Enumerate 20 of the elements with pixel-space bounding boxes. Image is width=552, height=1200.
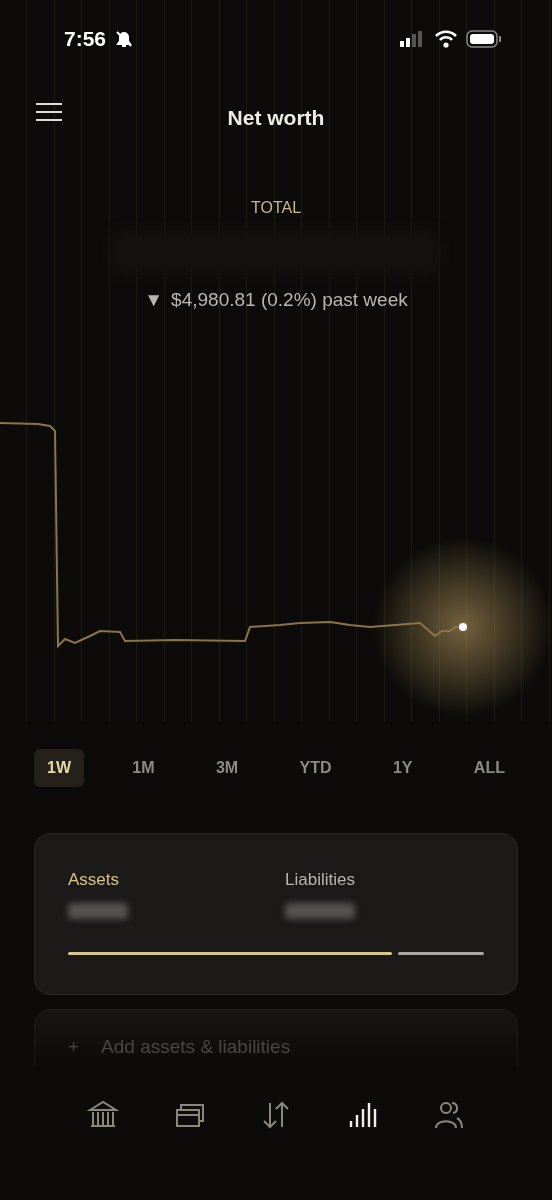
plus-sign: + bbox=[68, 1036, 80, 1059]
wifi-icon bbox=[434, 29, 458, 48]
add-label: Add assets & liabilities bbox=[101, 1036, 291, 1059]
menu-icon[interactable] bbox=[36, 102, 62, 122]
direction-arrow: ▼ bbox=[144, 289, 164, 311]
range-tab[interactable]: YTD bbox=[286, 749, 345, 787]
range-tab[interactable]: 3M bbox=[202, 749, 252, 787]
liabilities-label: Liabilities bbox=[285, 870, 356, 890]
status-time: 7:56 bbox=[64, 26, 107, 51]
change-text: $4,980.81 (0.2%) past week bbox=[171, 289, 408, 311]
range-tab[interactable]: 1W bbox=[34, 749, 84, 787]
total-label: TOTAL bbox=[250, 199, 302, 217]
assets-label: Assets bbox=[68, 870, 121, 890]
blurred-liabilities-amount bbox=[285, 903, 355, 919]
blurred-assets-amount bbox=[68, 903, 128, 919]
range-tab[interactable]: 1Y bbox=[379, 749, 426, 787]
range-tab[interactable]: 1M bbox=[119, 749, 168, 787]
page-title: Net worth bbox=[227, 106, 325, 130]
range-tab[interactable]: ALL bbox=[460, 749, 518, 787]
battery-icon bbox=[466, 29, 502, 48]
